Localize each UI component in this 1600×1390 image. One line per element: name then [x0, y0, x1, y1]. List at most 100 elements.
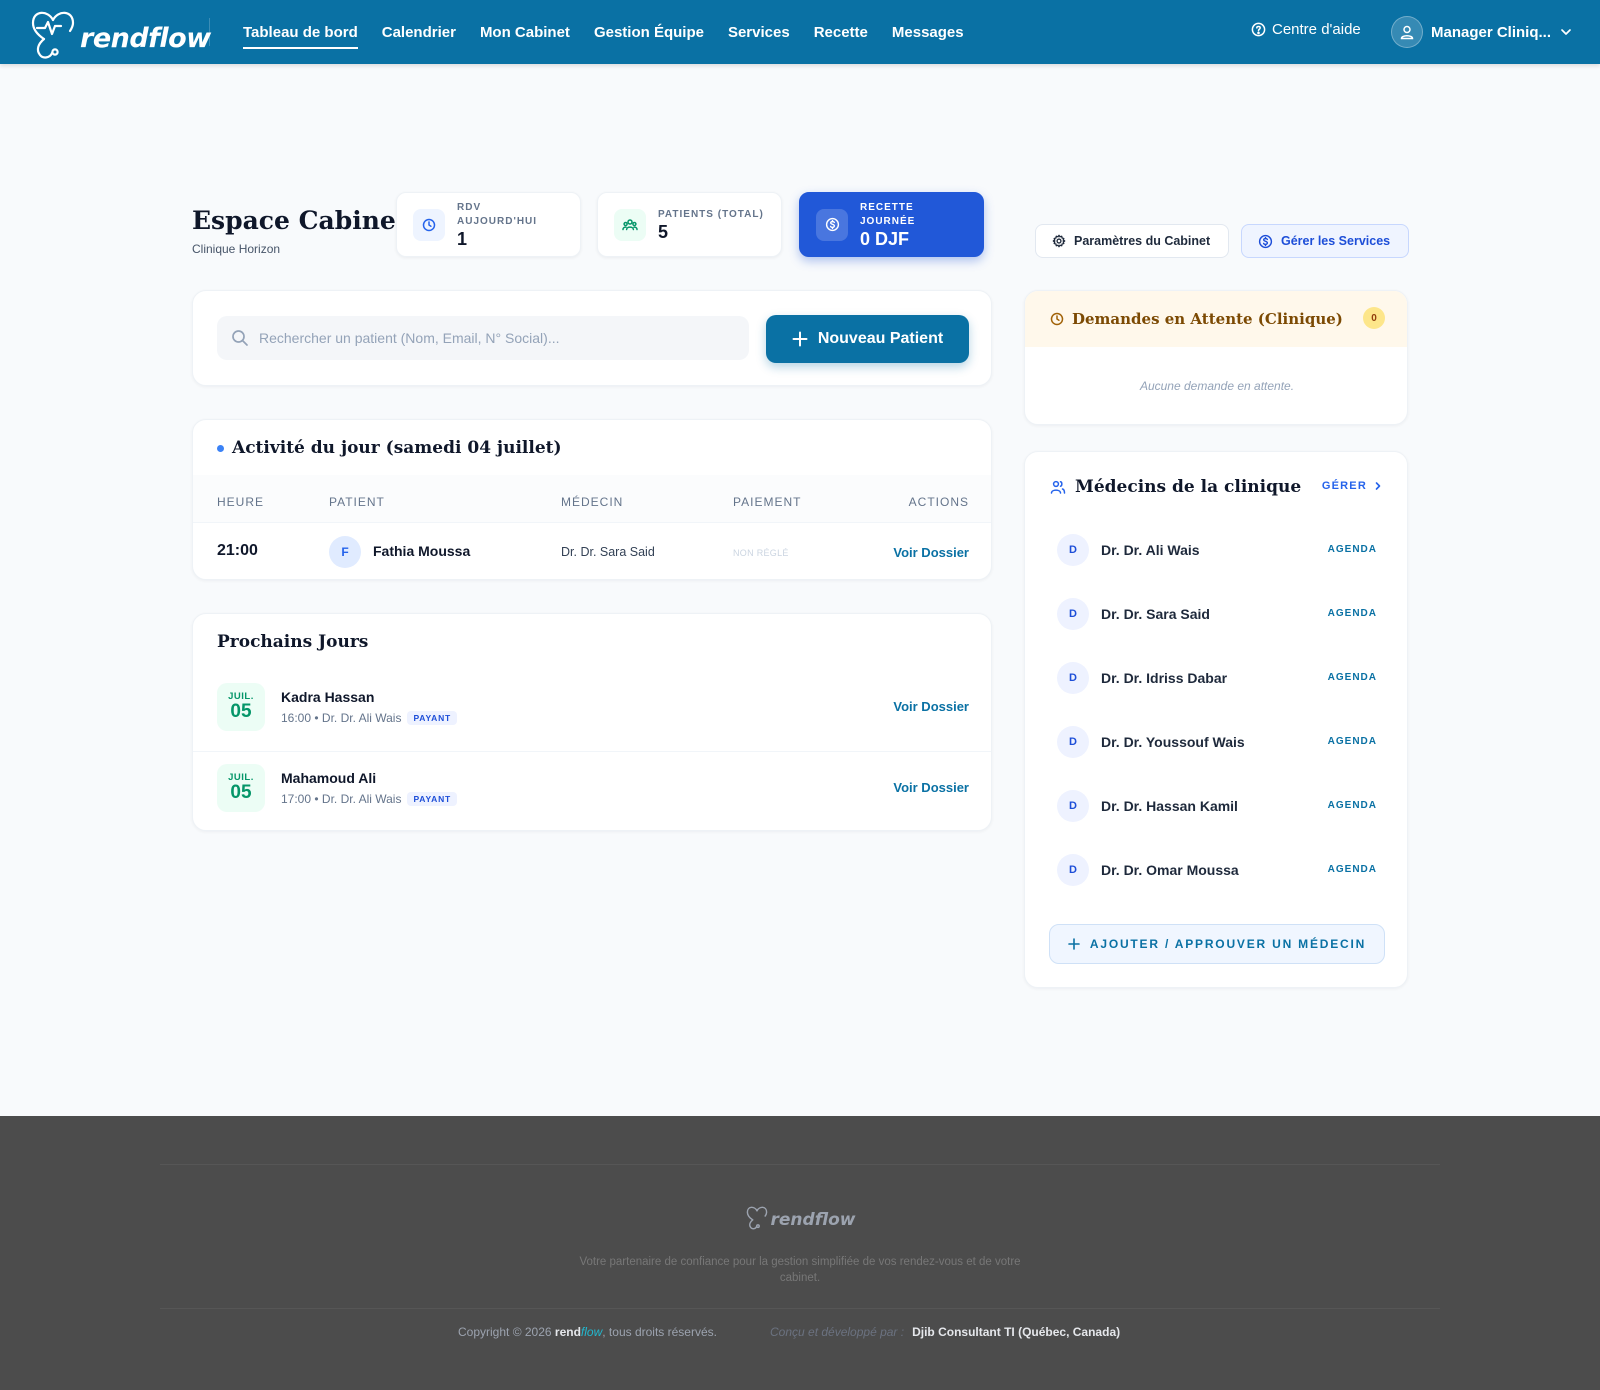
clinic-doctors-header: Médecins de la clinique	[1050, 477, 1301, 497]
doctor-avatar: D	[1057, 534, 1089, 566]
doctor-name: Dr. Dr. Idriss Dabar	[1101, 670, 1228, 686]
appointment-details: 16:00 • Dr. Dr. Ali Wais	[281, 711, 402, 725]
copyright-prefix: Copyright © 2026	[458, 1325, 555, 1339]
stat-label: RECETTE	[860, 201, 914, 213]
doctor-agenda-link[interactable]: AGENDA	[1328, 864, 1377, 875]
table-row: 21:00 F Fathia Moussa Dr. Dr. Sara Said …	[193, 523, 991, 579]
appointment-time: 21:00	[217, 542, 258, 559]
cabinet-settings-button[interactable]: Paramètres du Cabinet	[1035, 224, 1229, 258]
copyright-brand-part2: flow	[580, 1325, 603, 1339]
brand-logo[interactable]: rendflow	[28, 6, 211, 60]
nav-revenue[interactable]: Recette	[814, 18, 868, 47]
nav-dashboard[interactable]: Tableau de bord	[243, 18, 358, 49]
doctor-row: D Dr. Dr. Hassan Kamil AGENDA	[1025, 774, 1409, 838]
footer-logo: rendflow	[0, 1200, 1600, 1234]
chevron-right-icon	[1375, 482, 1381, 490]
stat-icon-box	[614, 208, 646, 241]
manage-doctors-label: GÉRER	[1321, 480, 1367, 492]
status-dot	[217, 444, 224, 452]
stat-label: AUJOURD'HUI	[457, 215, 538, 227]
view-file-link[interactable]: Voir Dossier	[893, 780, 969, 795]
doctor-name: Dr. Dr. Omar Moussa	[1101, 862, 1239, 878]
doctor-agenda-link[interactable]: AGENDA	[1328, 672, 1377, 683]
column-header: HEURE	[217, 495, 265, 509]
nav-messages[interactable]: Messages	[892, 18, 964, 47]
nav-separator	[209, 18, 210, 46]
doctor-agenda-link[interactable]: AGENDA	[1328, 800, 1377, 811]
list-item: JUIL. 05 Mahamoud Ali 17:00 • Dr. Dr. Al…	[193, 751, 991, 830]
heart-stethoscope-icon	[31, 11, 75, 59]
doctor-row: D Dr. Dr. Sara Said AGENDA	[1025, 582, 1409, 646]
clinic-name: Clinique Horizon	[192, 242, 281, 256]
doctor-agenda-link[interactable]: AGENDA	[1328, 544, 1377, 555]
nav-services[interactable]: Services	[728, 18, 790, 47]
daily-activity-card: Activité du jour (samedi 04 juillet) HEU…	[192, 419, 992, 580]
nav-my-cabinet[interactable]: Mon Cabinet	[480, 18, 570, 47]
doctor-name: Dr. Dr. Youssouf Wais	[1101, 734, 1245, 750]
stat-label: JOURNÉE	[860, 215, 916, 227]
manage-services-button[interactable]: Gérer les Services	[1241, 224, 1409, 258]
user-name: Manager Cliniq...	[1431, 23, 1552, 41]
copyright-suffix: , tous droits réservés.	[602, 1325, 717, 1339]
plus-icon	[1068, 938, 1080, 950]
manage-doctors-link[interactable]: GÉRER	[1322, 480, 1383, 492]
cabinet-settings-label: Paramètres du Cabinet	[1074, 234, 1211, 248]
page-title: Espace Cabinet	[192, 206, 408, 235]
add-approve-doctor-button[interactable]: AJOUTER / APPROUVER UN MÉDECIN	[1049, 924, 1385, 964]
status-badge: PAYANT	[407, 711, 458, 725]
doctor-name: Dr. Dr. Sara Said	[561, 545, 655, 559]
doctor-avatar: D	[1057, 662, 1089, 694]
top-navbar: rendflow Tableau de bord Calendrier Mon …	[0, 0, 1600, 64]
stat-icon-box	[413, 208, 445, 241]
upcoming-days-title: Prochains Jours	[217, 632, 369, 652]
search-icon	[232, 330, 248, 346]
stat-value: 0 DJF	[860, 228, 910, 249]
page-footer: rendflow Votre partenaire de confiance p…	[0, 1116, 1600, 1390]
made-by-company[interactable]: Djib Consultant TI (Québec, Canada)	[912, 1325, 1120, 1339]
column-header: PAIEMENT	[733, 495, 802, 509]
pending-count-badge: 0	[1363, 307, 1385, 329]
copyright-brand-part1: rend	[554, 1325, 581, 1339]
copyright-text: Copyright © 2026 rendflow, tous droits r…	[458, 1325, 717, 1339]
user-menu[interactable]: Manager Cliniq...	[1391, 16, 1573, 48]
nav-calendar[interactable]: Calendrier	[382, 18, 456, 47]
date-badge: JUIL. 05	[217, 764, 265, 812]
stat-revenue-today: RECETTE JOURNÉE 0 DJF	[799, 192, 984, 257]
pending-requests-header: Demandes en Attente (Clinique) 0	[1025, 291, 1407, 347]
doctor-agenda-link[interactable]: AGENDA	[1328, 608, 1377, 619]
help-center-link[interactable]: Centre d'aide	[1251, 21, 1361, 38]
patient-search-input[interactable]	[259, 330, 739, 346]
chevron-down-icon	[1561, 29, 1571, 35]
patient-search-box[interactable]	[217, 316, 749, 360]
date-day: 05	[230, 782, 252, 803]
nav-team[interactable]: Gestion Équipe	[594, 18, 704, 47]
clock-icon	[1050, 312, 1064, 326]
empty-state-text: Aucune demande en attente.	[1139, 379, 1295, 393]
doctor-name: Dr. Dr. Sara Said	[1101, 606, 1210, 622]
doctor-name: Dr. Dr. Hassan Kamil	[1101, 798, 1238, 814]
footer-divider	[160, 1164, 1440, 1165]
clinic-doctors-title: Médecins de la clinique	[1075, 477, 1302, 497]
pending-requests-card: Demandes en Attente (Clinique) 0 Aucune …	[1024, 290, 1408, 425]
stat-icon-box	[816, 208, 848, 241]
doctor-agenda-link[interactable]: AGENDA	[1328, 736, 1377, 747]
users-icon	[1050, 480, 1066, 494]
date-badge: JUIL. 05	[217, 683, 265, 731]
help-circle-icon	[1251, 22, 1266, 37]
manage-services-label: Gérer les Services	[1281, 234, 1391, 248]
view-file-link[interactable]: Voir Dossier	[893, 699, 969, 714]
daily-activity-title: Activité du jour (samedi 04 juillet)	[217, 438, 562, 458]
user-icon	[1400, 25, 1414, 40]
new-patient-button[interactable]: Nouveau Patient	[766, 315, 969, 363]
doctor-avatar: D	[1057, 854, 1089, 886]
help-center-label: Centre d'aide	[1272, 21, 1361, 38]
status-badge: PAYANT	[407, 792, 458, 806]
users-icon	[622, 218, 638, 230]
clock-icon	[422, 218, 436, 231]
view-file-link[interactable]: Voir Dossier	[893, 545, 969, 560]
table-header: HEURE PATIENT MÉDECIN PAIEMENT ACTIONS	[193, 475, 991, 523]
doctor-name: Dr. Dr. Ali Wais	[1101, 542, 1200, 558]
stat-patients-total: PATIENTS (TOTAL) 5	[597, 192, 782, 257]
column-header: ACTIONS	[908, 495, 969, 509]
upcoming-days-card: Prochains Jours JUIL. 05 Kadra Hassan 16…	[192, 613, 992, 831]
